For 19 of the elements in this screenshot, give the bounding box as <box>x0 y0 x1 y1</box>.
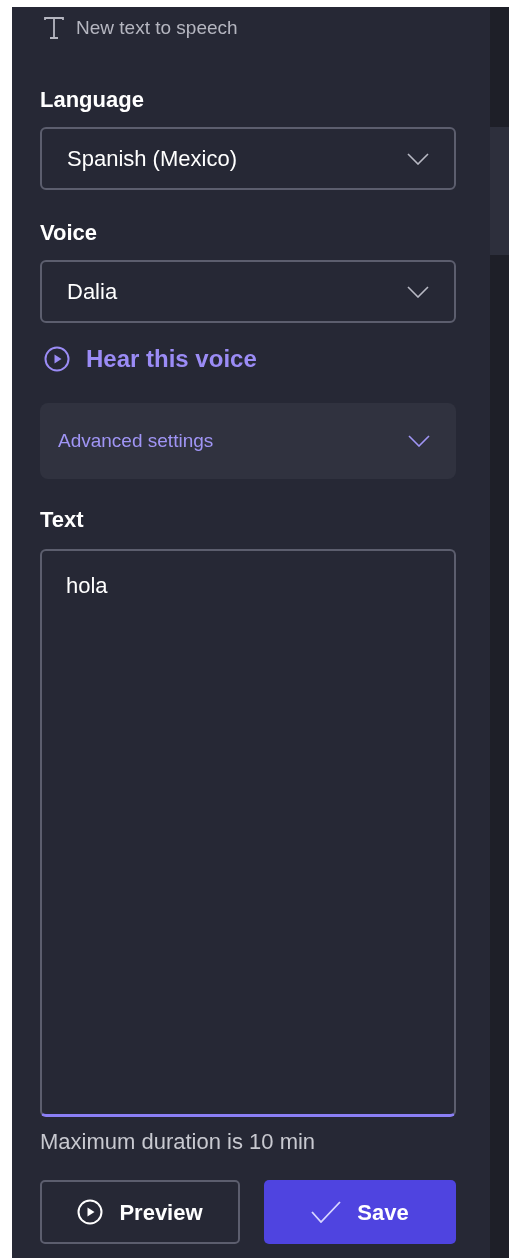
preview-button[interactable]: Preview <box>40 1180 240 1244</box>
text-t-icon <box>44 17 64 39</box>
save-button[interactable]: Save <box>264 1180 456 1244</box>
hear-voice-link[interactable]: Hear this voice <box>40 341 257 377</box>
text-area[interactable]: hola <box>40 549 456 1117</box>
chevron-down-icon <box>407 285 429 298</box>
field-label: Text <box>40 509 85 531</box>
duration-caption: Maximum duration is 10 min <box>40 1128 317 1156</box>
chevron-down-icon <box>407 152 429 165</box>
checkmark-icon <box>311 1201 342 1223</box>
dropdown[interactable]: Dalia <box>40 260 456 323</box>
dropdown[interactable]: Spanish (Mexico) <box>40 127 456 190</box>
play-circle-icon <box>77 1199 104 1225</box>
panel-title: New text to speech <box>76 15 238 40</box>
chevron-down-icon <box>408 435 430 447</box>
play-circle-icon <box>44 346 70 372</box>
field-label: Voice <box>40 222 99 244</box>
advanced-settings-toggle[interactable]: Advanced settings <box>40 403 456 479</box>
field-label: Language <box>40 89 145 111</box>
